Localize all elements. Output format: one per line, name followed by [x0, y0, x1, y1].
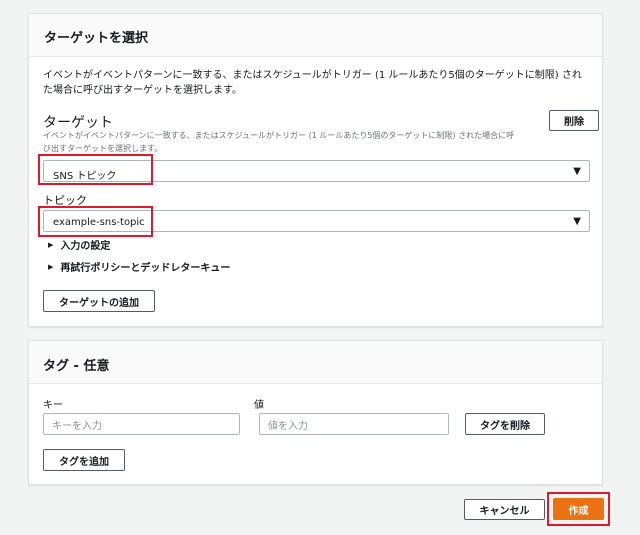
input-settings-expander[interactable]: ▶ 入力の設定: [48, 237, 111, 253]
delete-target-button[interactable]: 削除: [549, 110, 599, 131]
target-desc-line-1: イベントがイベントパターンに一致する、またはスケジュールがトリガー (1 ルール…: [43, 131, 515, 140]
target-description: イベントがイベントパターンに一致する、またはスケジュールがトリガー (1 ルール…: [43, 129, 514, 155]
tags-panel-title: タグ - 任意: [43, 359, 110, 374]
key-label: キー: [43, 400, 63, 411]
retry-policy-label: 再試行ポリシーとデッドレターキュー: [60, 263, 231, 274]
add-tag-button[interactable]: タグを追加: [43, 449, 125, 471]
tag-value-input[interactable]: 値を入力: [259, 413, 449, 435]
caret-right-icon: ▶: [48, 240, 54, 249]
target-panel-header: ターゲットを選択: [29, 14, 602, 57]
topic-select-highlight: [38, 206, 153, 237]
delete-tag-button[interactable]: タグを削除: [465, 413, 545, 435]
chevron-down-icon: ▼: [573, 216, 581, 227]
tags-panel-header: タグ - 任意: [29, 341, 602, 384]
value-label: 値: [254, 400, 264, 411]
target-panel-description: イベントがイベントパターンに一致する、またはスケジュールがトリガー (1 ルール…: [43, 68, 582, 98]
chevron-down-icon: ▼: [573, 166, 581, 177]
target-panel-title: ターゲットを選択: [44, 31, 149, 46]
caret-right-icon: ▶: [48, 262, 54, 271]
input-settings-label: 入力の設定: [60, 241, 111, 252]
retry-policy-expander[interactable]: ▶ 再試行ポリシーとデッドレターキュー: [48, 259, 231, 275]
add-target-button[interactable]: ターゲットの追加: [43, 290, 155, 312]
create-button[interactable]: 作成: [553, 498, 604, 520]
cancel-button[interactable]: キャンセル: [464, 499, 545, 520]
tags-panel: タグ - 任意 キー 値 キーを入力 値を入力 タグを削除 タグを追加: [28, 340, 603, 485]
target-select-highlight: [38, 154, 153, 185]
description-line-1: イベントがイベントパターンに一致する、またはスケジュールがトリガー (1 ルール…: [43, 70, 582, 81]
tag-key-input[interactable]: キーを入力: [43, 413, 240, 435]
description-line-2: た場合に呼び出すターゲットを選択します。: [43, 85, 242, 96]
